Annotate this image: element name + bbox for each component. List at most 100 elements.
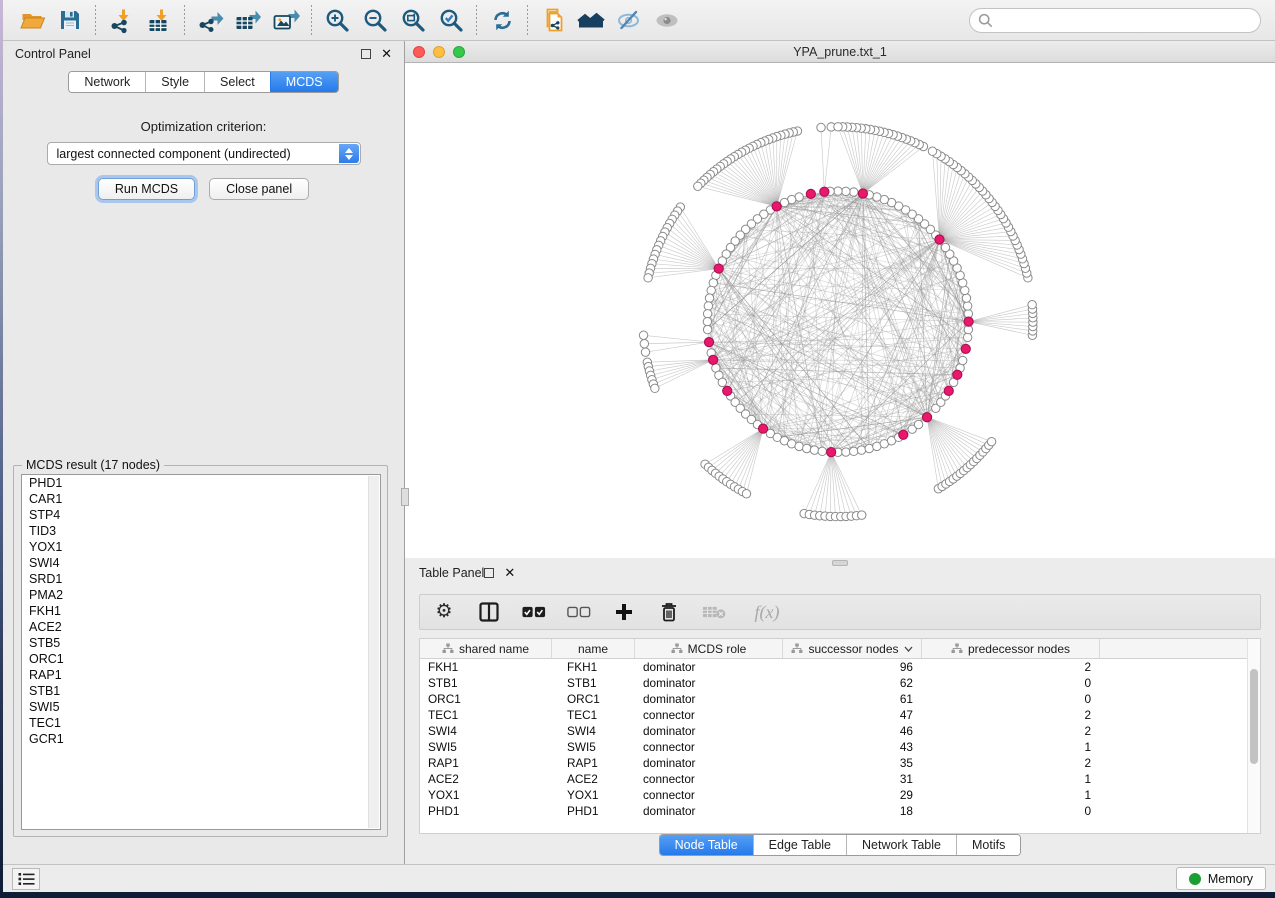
- mcds-hub-node[interactable]: [858, 189, 867, 198]
- deselect-all-checkboxes-icon[interactable]: [567, 600, 591, 624]
- ring-node[interactable]: [703, 310, 711, 318]
- table-row[interactable]: FKH1FKH1dominator962: [420, 659, 1260, 675]
- zoom-fit-icon[interactable]: [394, 3, 432, 37]
- save-icon[interactable]: [51, 3, 89, 37]
- ring-node[interactable]: [963, 302, 971, 310]
- function-builder-icon[interactable]: f(x): [747, 600, 787, 624]
- mcds-hub-node[interactable]: [944, 386, 953, 395]
- leaf-node[interactable]: [640, 340, 648, 348]
- ring-node[interactable]: [850, 188, 858, 196]
- ring-node[interactable]: [703, 317, 711, 325]
- leaf-node[interactable]: [651, 384, 659, 392]
- list-item[interactable]: TEC1: [22, 715, 380, 731]
- column-header-predecessor-nodes[interactable]: predecessor nodes: [922, 639, 1100, 658]
- list-item[interactable]: SWI4: [22, 555, 380, 571]
- zoom-selected-icon[interactable]: [432, 3, 470, 37]
- mcds-hub-node[interactable]: [714, 264, 723, 273]
- mcds-hub-node[interactable]: [899, 430, 908, 439]
- list-item[interactable]: SWI5: [22, 699, 380, 715]
- tab-network[interactable]: Network: [69, 72, 145, 92]
- float-panel-icon[interactable]: [361, 49, 371, 59]
- leaf-node[interactable]: [644, 274, 652, 282]
- export-image-icon[interactable]: [267, 3, 305, 37]
- ring-node[interactable]: [842, 448, 850, 456]
- export-network-icon[interactable]: [191, 3, 229, 37]
- vertical-splitter-handle[interactable]: [401, 488, 409, 506]
- list-item[interactable]: TID3: [22, 523, 380, 539]
- table-scrollbar-track[interactable]: [1247, 639, 1260, 833]
- tab-motifs[interactable]: Motifs: [956, 835, 1020, 855]
- mcds-hub-node[interactable]: [708, 355, 717, 364]
- open-folder-icon[interactable]: [13, 3, 51, 37]
- ring-node[interactable]: [705, 294, 713, 302]
- mcds-result-list[interactable]: PHD1CAR1STP4TID3YOX1SWI4SRD1PMA2FKH1ACE2…: [21, 474, 381, 830]
- import-network-icon[interactable]: [102, 3, 140, 37]
- network-document-share-icon[interactable]: [534, 3, 572, 37]
- ring-node[interactable]: [962, 294, 970, 302]
- close-panel-button[interactable]: Close panel: [209, 178, 309, 200]
- ring-node[interactable]: [703, 325, 711, 333]
- select-all-checkboxes-icon[interactable]: [522, 600, 546, 624]
- tab-network-table[interactable]: Network Table: [846, 835, 956, 855]
- list-item[interactable]: FKH1: [22, 603, 380, 619]
- list-item[interactable]: STB5: [22, 635, 380, 651]
- tab-select[interactable]: Select: [204, 72, 270, 92]
- ring-node[interactable]: [941, 243, 949, 251]
- table-row[interactable]: SWI5SWI5connector431: [420, 739, 1260, 755]
- leaf-node[interactable]: [694, 182, 702, 190]
- table-row[interactable]: TEC1TEC1connector472: [420, 707, 1260, 723]
- tab-edge-table[interactable]: Edge Table: [753, 835, 846, 855]
- column-header-name[interactable]: name: [552, 639, 635, 658]
- mcds-hub-node[interactable]: [758, 424, 767, 433]
- list-item[interactable]: SRD1: [22, 571, 380, 587]
- close-panel-icon[interactable]: ✕: [381, 49, 392, 59]
- mcds-hub-node[interactable]: [953, 370, 962, 379]
- show-eye-icon[interactable]: [648, 3, 686, 37]
- ring-node[interactable]: [707, 286, 715, 294]
- list-item[interactable]: CAR1: [22, 491, 380, 507]
- list-item[interactable]: STP4: [22, 507, 380, 523]
- ring-node[interactable]: [810, 446, 818, 454]
- home-networks-icon[interactable]: [572, 3, 610, 37]
- leaf-node[interactable]: [641, 348, 649, 356]
- import-table-icon[interactable]: [140, 3, 178, 37]
- mcds-hub-node[interactable]: [772, 202, 781, 211]
- list-item[interactable]: RAP1: [22, 667, 380, 683]
- float-table-panel-icon[interactable]: [484, 568, 494, 578]
- leaf-node[interactable]: [817, 123, 825, 131]
- leaf-node[interactable]: [928, 147, 936, 155]
- hide-eye-icon[interactable]: [610, 3, 648, 37]
- ring-node[interactable]: [958, 356, 966, 364]
- leaf-node[interactable]: [1028, 300, 1036, 308]
- table-row[interactable]: ACE2ACE2connector311: [420, 771, 1260, 787]
- table-row[interactable]: PHD1PHD1dominator180: [420, 803, 1260, 819]
- column-header-shared-name[interactable]: shared name: [420, 639, 552, 658]
- search-input[interactable]: [998, 13, 1252, 27]
- list-item[interactable]: PMA2: [22, 587, 380, 603]
- list-item[interactable]: ORC1: [22, 651, 380, 667]
- mcds-hub-node[interactable]: [723, 386, 732, 395]
- optimization-criterion-dropdown[interactable]: largest connected component (undirected): [47, 142, 361, 165]
- ring-node[interactable]: [850, 447, 858, 455]
- mcds-hub-node[interactable]: [961, 344, 970, 353]
- network-canvas[interactable]: [405, 63, 1275, 562]
- leaf-node[interactable]: [742, 490, 750, 498]
- list-item[interactable]: YOX1: [22, 539, 380, 555]
- list-item[interactable]: STB1: [22, 683, 380, 699]
- list-scrollbar-track[interactable]: [368, 476, 379, 828]
- network-graph[interactable]: [405, 63, 1275, 562]
- add-column-icon[interactable]: [612, 600, 636, 624]
- ring-node[interactable]: [834, 187, 842, 195]
- delete-column-icon[interactable]: [657, 600, 681, 624]
- close-table-panel-icon[interactable]: ✕: [504, 568, 515, 578]
- ring-node[interactable]: [718, 378, 726, 386]
- leaf-node[interactable]: [834, 123, 842, 131]
- list-item[interactable]: ACE2: [22, 619, 380, 635]
- table-scrollbar-thumb[interactable]: [1250, 669, 1258, 764]
- horizontal-splitter-handle[interactable]: [832, 560, 848, 566]
- gear-icon[interactable]: ⚙: [432, 600, 456, 624]
- table-row[interactable]: STB1STB1dominator620: [420, 675, 1260, 691]
- tab-mcds[interactable]: MCDS: [270, 72, 338, 92]
- ring-node[interactable]: [842, 187, 850, 195]
- zoom-out-icon[interactable]: [356, 3, 394, 37]
